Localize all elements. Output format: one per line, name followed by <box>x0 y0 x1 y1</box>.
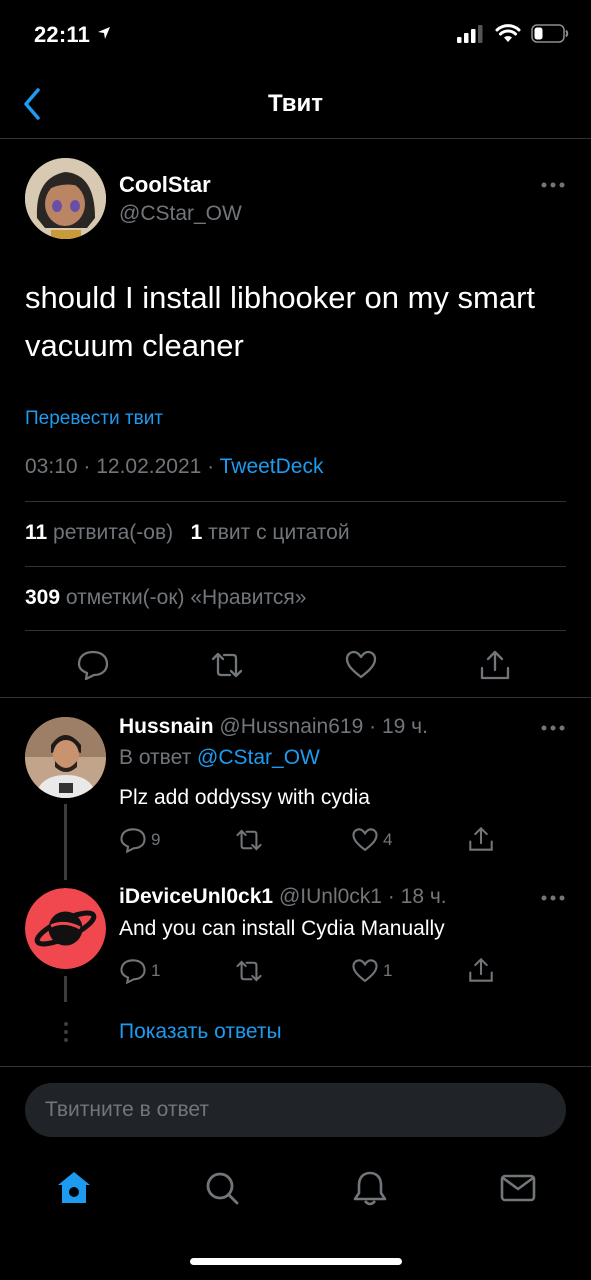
reply-to-label: В ответ <box>119 746 192 769</box>
location-arrow-icon <box>98 27 111 39</box>
divider <box>0 138 591 139</box>
messages-icon[interactable] <box>498 1168 538 1208</box>
share-icon[interactable] <box>467 956 495 984</box>
reply-input[interactable]: Твитните в ответ <box>25 1083 566 1137</box>
like-count: 4 <box>383 830 393 849</box>
notifications-icon[interactable] <box>350 1168 390 1208</box>
author-handle[interactable]: @CStar_OW <box>119 202 242 226</box>
thread-dots-icon <box>64 1022 68 1042</box>
timestamp-text: 03:10 · 12.02.2021 · <box>25 455 220 478</box>
reply-input-placeholder: Твитните в ответ <box>45 1098 209 1121</box>
home-icon[interactable] <box>54 1168 94 1208</box>
reply-meta: @IUnl0ck1 · 18 ч. <box>278 885 447 908</box>
share-icon[interactable] <box>467 825 495 853</box>
more-icon[interactable] <box>540 724 566 732</box>
retweets-label: ретвита(-ов) <box>53 521 174 544</box>
likes-count: 309 <box>25 586 61 609</box>
status-time: 22:11 <box>34 22 112 48</box>
battery-icon <box>531 24 569 43</box>
home-indicator <box>190 1258 402 1265</box>
translate-link[interactable]: Перевести твит <box>25 408 163 430</box>
like-count: 1 <box>383 961 393 980</box>
status-indicators <box>457 24 569 43</box>
reply-context: В ответ @CStar_OW <box>119 746 320 770</box>
quotes-label: твит с цитатой <box>208 521 350 544</box>
reply-header: iDeviceUnl0ck1 @IUnl0ck1 · 18 ч. <box>119 885 447 909</box>
reply-icon <box>120 828 146 854</box>
divider <box>25 566 566 567</box>
thread-line <box>64 976 67 1002</box>
reply-reply-button[interactable]: 1 <box>119 957 160 985</box>
divider <box>25 630 566 631</box>
wifi-icon <box>495 24 521 42</box>
like-icon <box>352 828 378 852</box>
reply-text: Plz add oddyssy with cydia <box>119 786 370 809</box>
reply-author-name[interactable]: Hussnain <box>119 715 214 738</box>
avatar-hussnain[interactable] <box>25 717 106 798</box>
quotes-count: 1 <box>190 521 203 544</box>
reply-icon[interactable] <box>76 648 110 682</box>
search-icon[interactable] <box>202 1168 242 1208</box>
thread-line <box>64 804 67 880</box>
reply-retweet-button[interactable] <box>234 826 264 854</box>
retweet-icon[interactable] <box>210 648 244 682</box>
likes-label: отметки(-ок) «Нравится» <box>65 586 307 609</box>
signal-icon <box>457 24 483 43</box>
page-title: Твит <box>267 90 323 117</box>
reply-count: 1 <box>151 961 161 980</box>
more-icon[interactable] <box>540 894 566 902</box>
divider <box>25 501 566 502</box>
reply-like-button[interactable]: 1 <box>351 957 392 985</box>
divider <box>0 697 591 698</box>
reply-to-handle[interactable]: @CStar_OW <box>197 746 320 769</box>
reply-meta: @Hussnain619 · 19 ч. <box>219 715 428 738</box>
reply-text: And you can install Cydia Manually <box>119 917 445 940</box>
reply-icon <box>120 959 146 985</box>
like-stats[interactable]: 309 отметки(-ок) «Нравится» <box>25 586 306 610</box>
retweet-icon <box>236 829 262 851</box>
show-replies-link[interactable]: Показать ответы <box>119 1020 282 1044</box>
like-icon <box>352 959 378 983</box>
like-icon[interactable] <box>344 648 378 682</box>
author-name[interactable]: CoolStar <box>119 172 211 198</box>
retweets-count: 11 <box>25 521 48 544</box>
share-icon[interactable] <box>478 648 512 682</box>
reply-count: 9 <box>151 830 161 849</box>
retweet-stats[interactable]: 11 ретвита(-ов) 1 твит с цитатой <box>25 521 350 545</box>
reply-like-button[interactable]: 4 <box>351 826 392 854</box>
reply-retweet-button[interactable] <box>234 957 264 985</box>
tweet-timestamp: 03:10 · 12.02.2021 · TweetDeck <box>25 455 323 479</box>
retweet-icon <box>236 960 262 982</box>
tweet-text: should I install libhooker on my smart v… <box>25 280 536 363</box>
more-icon[interactable] <box>540 181 566 189</box>
reply-reply-button[interactable]: 9 <box>119 826 160 854</box>
avatar-coolstar[interactable] <box>25 158 106 239</box>
reply-author-name[interactable]: iDeviceUnl0ck1 <box>119 885 273 908</box>
avatar-ideviceunl0ck1[interactable] <box>25 888 106 969</box>
reply-header: Hussnain @Hussnain619 · 19 ч. <box>119 715 428 739</box>
divider <box>0 1066 591 1067</box>
source-link[interactable]: TweetDeck <box>220 455 324 478</box>
